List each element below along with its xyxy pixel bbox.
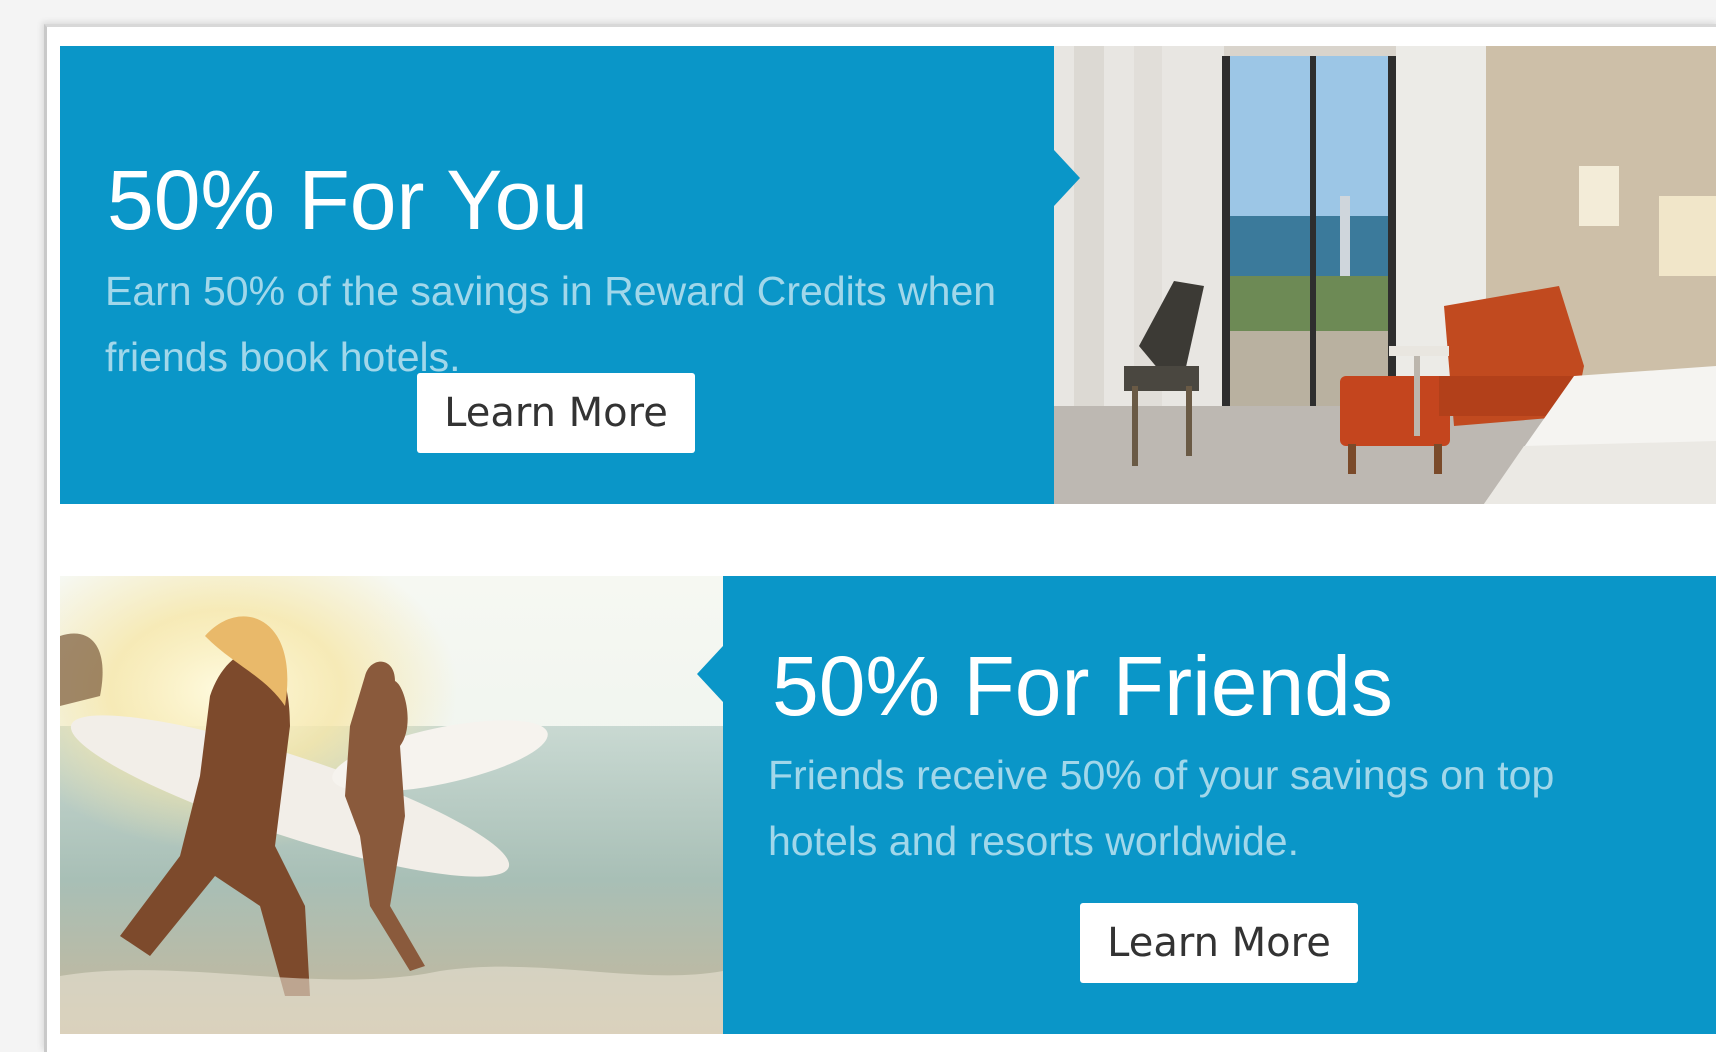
learn-more-button[interactable]: Learn More (1080, 903, 1358, 983)
surfers-beach-photo (60, 576, 723, 1034)
promo-card-for-friends: 50% For Friends Friends receive 50% of y… (60, 576, 1716, 1034)
promo-title: 50% For You (107, 153, 589, 247)
promo-panel-pointer (697, 646, 723, 702)
promo-title: 50% For Friends (772, 639, 1393, 733)
promo-description: Friends receive 50% of your savings on t… (768, 752, 1555, 864)
promo-panel: 50% For You Earn 50% of the savings in R… (60, 46, 1054, 504)
promo-panel-pointer (1054, 150, 1080, 206)
promo-panel: 50% For Friends Friends receive 50% of y… (723, 576, 1716, 1034)
promo-description: Earn 50% of the savings in Reward Credit… (105, 268, 997, 380)
promo-card-for-you: 50% For You Earn 50% of the savings in R… (60, 46, 1716, 504)
hotel-room-photo (1054, 46, 1716, 504)
learn-more-button[interactable]: Learn More (417, 373, 695, 453)
